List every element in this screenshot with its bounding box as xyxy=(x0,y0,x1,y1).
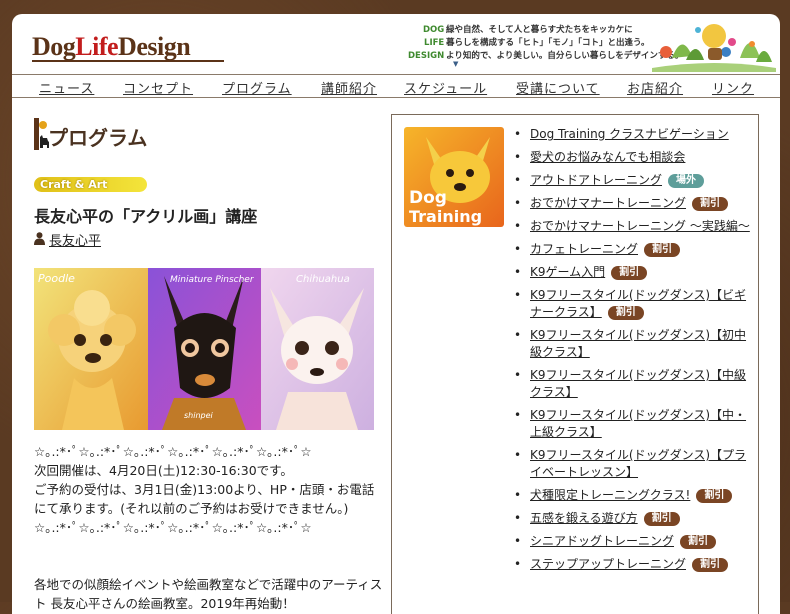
artwork-label-chihuahua: Chihuahua xyxy=(296,274,350,285)
tag-design: DESIGN xyxy=(408,51,445,61)
nav-instructors[interactable]: 講師紹介 xyxy=(321,78,377,97)
dog-training-banner[interactable]: Dog Training xyxy=(404,127,504,227)
class-link-navigation[interactable]: Dog Training クラスナビゲーション xyxy=(530,127,729,141)
class-link-outing-manners-practice[interactable]: おでかけマナートレーニング 〜実践編〜 xyxy=(530,219,750,233)
banner-training-text: Training xyxy=(409,207,482,226)
body-intro: 各地での似顔絵イベントや絵画教室などで活躍中のアーティスト 長友心平さんの絵画教… xyxy=(34,577,383,611)
tagline-line-1: 緑や自然、そして人と暮らす犬たちをキッカケに xyxy=(446,25,633,35)
site-logo[interactable]: DogLifeDesign xyxy=(32,32,191,62)
logo-dog: Dog xyxy=(32,32,76,61)
body-spacer xyxy=(34,537,384,575)
body-next-date: 次回開催は、4月20日(土)12:30-16:30です。 xyxy=(34,463,293,478)
tagline-labels: DOG LIFE DESIGN xyxy=(408,24,444,63)
class-link-k9-private[interactable]: K9フリースタイル(ドッグダンス)【プライベートレッスン】 xyxy=(530,448,746,479)
tagline-text: 緑や自然、そして人と暮らす犬たちをキッカケに 暮らしを構成する「ヒト」「モノ」「… xyxy=(446,24,683,63)
class-link-k9-games[interactable]: K9ゲーム入門 xyxy=(530,265,605,279)
discount-badge: 割引 xyxy=(696,489,733,503)
banner-dog-text: Dog xyxy=(409,188,447,208)
nav-links[interactable]: リンク xyxy=(712,78,754,97)
discount-badge: 割引 xyxy=(692,558,729,572)
class-link-k9-intermediate-advanced[interactable]: K9フリースタイル(ドッグダンス)【中・上級クラス】 xyxy=(530,408,746,439)
list-item: K9フリースタイル(ドッグダンス)【プライベートレッスン】 xyxy=(512,447,750,481)
list-item: K9フリースタイル(ドッグダンス)【中級クラス】 xyxy=(512,367,750,401)
list-item: おでかけマナートレーニング 〜実践編〜 xyxy=(512,218,750,235)
main-nav: ニュース コンセプト プログラム 講師紹介 スケジュール 受講について お店紹介… xyxy=(12,74,780,98)
logo-life: Life xyxy=(75,32,119,61)
site-header: DogLifeDesign DOG LIFE DESIGN ▼ 緑や自然、そして… xyxy=(12,14,780,72)
class-link-five-senses[interactable]: 五感を鍛える遊び方 xyxy=(530,511,638,525)
class-link-outing-manners[interactable]: おでかけマナートレーニング xyxy=(530,196,686,210)
list-item: K9フリースタイル(ドッグダンス)【初中級クラス】 xyxy=(512,327,750,361)
class-link-breed-limited[interactable]: 犬種限定トレーニングクラス! xyxy=(530,488,690,502)
tagline-line-2: 暮らしを構成する「ヒト」「モノ」「コト」と出逢う。 xyxy=(446,38,650,48)
class-link-step-up[interactable]: ステップアップトレーニング xyxy=(530,557,686,571)
nav-enrollment[interactable]: 受講について xyxy=(516,78,600,97)
nav-concept[interactable]: コンセプト xyxy=(123,78,193,97)
dog-training-panel: Dog Training Dog Training クラスナビゲーション 愛犬の… xyxy=(391,114,759,614)
discount-badge: 割引 xyxy=(692,197,729,211)
artwork-image: Poodle Miniature Pinscher shinpei Chihua… xyxy=(34,268,374,430)
person-icon xyxy=(34,232,45,245)
discount-badge: 割引 xyxy=(644,243,681,257)
discount-badge: 割引 xyxy=(611,266,648,280)
page-title: プログラム xyxy=(48,126,148,150)
lecture-description: ☆｡.:*･ﾟ☆｡.:*･ﾟ☆｡.:*･ﾟ☆｡.:*･ﾟ☆｡.:*･ﾟ☆｡.:*… xyxy=(34,442,384,613)
class-link-k9-intermediate[interactable]: K9フリースタイル(ドッグダンス)【中級クラス】 xyxy=(530,368,746,399)
class-link-outdoor[interactable]: アウトドアトレーニング xyxy=(530,173,662,187)
tag-life: LIFE xyxy=(424,38,445,48)
category-badge: Craft & Art xyxy=(34,177,147,192)
title-dot xyxy=(39,121,47,129)
page: DogLifeDesign DOG LIFE DESIGN ▼ 緑や自然、そして… xyxy=(12,14,780,614)
discount-badge: 割引 xyxy=(643,512,680,526)
nav-store[interactable]: お店紹介 xyxy=(627,78,683,97)
nav-schedule[interactable]: スケジュール xyxy=(404,78,487,97)
list-item: K9フリースタイル(ドッグダンス)【ビギナークラス】割引 xyxy=(512,287,750,321)
artwork-signature: shinpei xyxy=(184,411,214,420)
list-item: シニアドッグトレーニング割引 xyxy=(512,533,750,550)
section-title: プログラム xyxy=(34,118,194,152)
tag-dog: DOG xyxy=(422,25,445,35)
artwork-label-pinscher: Miniature Pinscher xyxy=(170,275,255,285)
artwork-label-poodle: Poodle xyxy=(38,272,75,285)
body-stars-bottom: ☆｡.:*･ﾟ☆｡.:*･ﾟ☆｡.:*･ﾟ☆｡.:*･ﾟ☆｡.:*･ﾟ☆｡.:*… xyxy=(34,520,312,535)
list-item: ステップアップトレーニング割引 xyxy=(512,556,750,573)
list-item: Dog Training クラスナビゲーション xyxy=(512,126,750,143)
list-item: おでかけマナートレーニング割引 xyxy=(512,195,750,212)
logo-underline xyxy=(32,60,224,62)
body-reservation: ご予約の受付は、3月1日(金)13:00より、HP・店頭・お電話にて承ります。(… xyxy=(34,482,375,516)
list-item: 犬種限定トレーニングクラス! 割引 xyxy=(512,487,750,504)
class-link-k9-beginner-intermediate[interactable]: K9フリースタイル(ドッグダンス)【初中級クラス】 xyxy=(530,328,746,359)
tagline-line-3: より知的で、より美しい。自分らしい暮らしをデザインする。 xyxy=(446,51,684,61)
list-item: カフェトレーニング割引 xyxy=(512,241,750,258)
training-class-list: Dog Training クラスナビゲーション 愛犬のお悩みなんでも相談会 アウ… xyxy=(512,126,750,579)
lecture-title: 長友心平の「アクリル画」講座 xyxy=(34,207,258,226)
list-item: 愛犬のお悩みなんでも相談会 xyxy=(512,149,750,166)
list-item: 五感を鍛える遊び方割引 xyxy=(512,510,750,527)
header-illustration xyxy=(652,24,776,72)
list-item: K9ゲーム入門割引 xyxy=(512,264,750,281)
class-link-senior[interactable]: シニアドッグトレーニング xyxy=(530,534,674,548)
class-link-cafe[interactable]: カフェトレーニング xyxy=(530,242,638,256)
nav-news[interactable]: ニュース xyxy=(39,78,94,97)
logo-design: Design xyxy=(118,32,191,61)
discount-badge: 割引 xyxy=(680,535,717,549)
discount-badge: 割引 xyxy=(607,306,644,320)
class-link-consultation[interactable]: 愛犬のお悩みなんでも相談会 xyxy=(530,150,685,164)
body-stars-top: ☆｡.:*･ﾟ☆｡.:*･ﾟ☆｡.:*･ﾟ☆｡.:*･ﾟ☆｡.:*･ﾟ☆｡.:*… xyxy=(34,444,312,459)
nav-program[interactable]: プログラム xyxy=(222,78,292,97)
instructor-link[interactable]: 長友心平 xyxy=(49,230,101,249)
list-item: K9フリースタイル(ドッグダンス)【中・上級クラス】 xyxy=(512,407,750,441)
offsite-badge: 場外 xyxy=(668,174,705,188)
list-item: アウトドアトレーニング場外 xyxy=(512,172,750,189)
